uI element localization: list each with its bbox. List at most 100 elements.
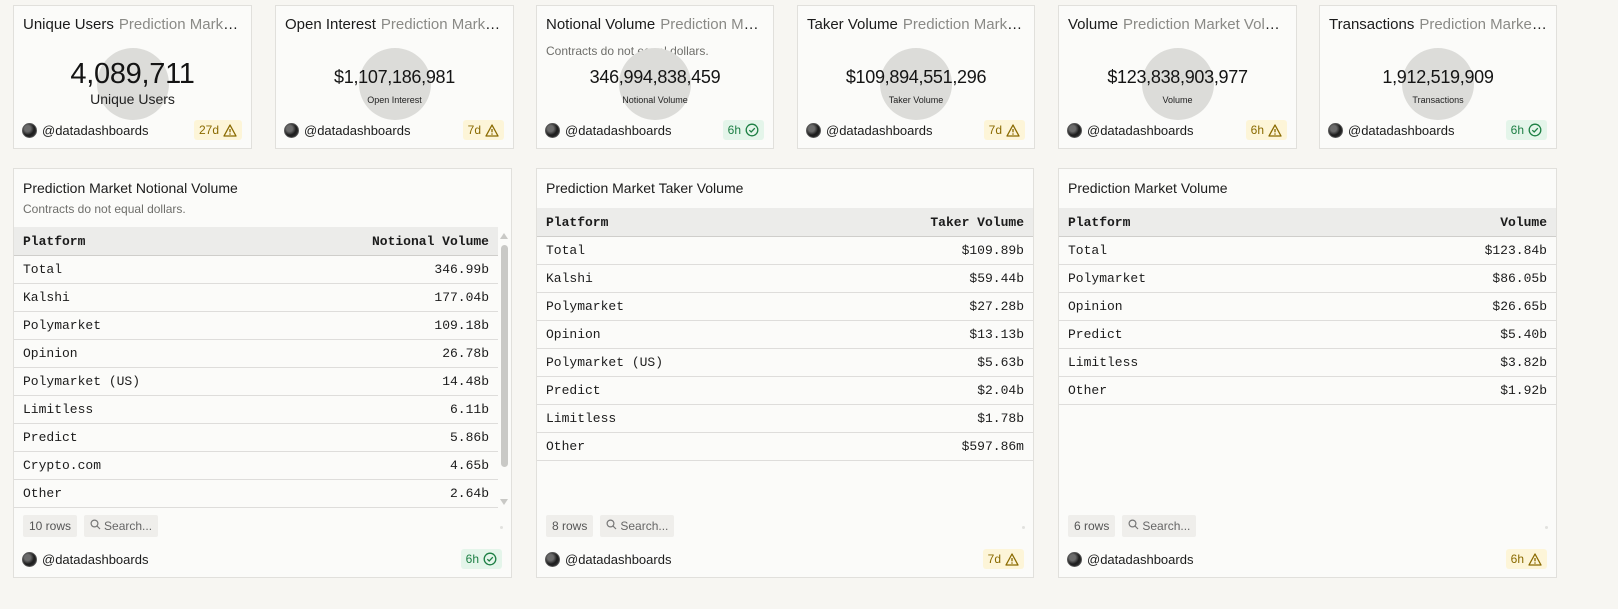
- card-footer: @datadashboards 7d: [545, 549, 1024, 569]
- scrollbar[interactable]: [499, 231, 509, 507]
- value-cell: 4.65b: [449, 458, 489, 473]
- freshness-age: 6h: [1250, 123, 1264, 137]
- value-cell: $1.92b: [1500, 383, 1547, 398]
- column-header-value[interactable]: Volume: [1500, 215, 1547, 230]
- avatar: [1067, 551, 1082, 567]
- scroll-down-icon[interactable]: [500, 499, 508, 505]
- freshness-badge[interactable]: 6h: [1505, 120, 1547, 140]
- platform-cell: Total: [546, 243, 586, 258]
- author-name: @datadashboards: [826, 122, 933, 138]
- card-footer: @datadashboards 6h: [1328, 120, 1547, 140]
- counter-card: Notional VolumePrediction Mark...Contrac…: [536, 5, 774, 149]
- resize-handle[interactable]: [1022, 526, 1025, 529]
- counter-subtitle: Prediction Mark...: [660, 16, 764, 33]
- author-name: @datadashboards: [565, 551, 672, 567]
- search-input[interactable]: Search...: [1122, 515, 1197, 537]
- platform-cell: Opinion: [1068, 299, 1123, 314]
- author-name: @datadashboards: [1087, 551, 1194, 567]
- freshness-badge[interactable]: 6h: [722, 120, 764, 140]
- author-link[interactable]: @datadashboards: [1067, 551, 1194, 567]
- counter-card: Volume Prediction Market Volume $123,838,9…: [1058, 5, 1297, 149]
- table-row: Limitless 6.11b: [14, 396, 498, 424]
- platform-cell: Crypto.com: [23, 458, 102, 473]
- column-header-platform[interactable]: Platform: [546, 215, 608, 230]
- table-row: Polymarket 109.18b: [14, 312, 498, 340]
- freshness-badge[interactable]: 27d: [193, 120, 242, 140]
- author-link[interactable]: @datadashboards: [22, 551, 148, 567]
- card-footer: @datadashboards 6h: [1067, 549, 1547, 569]
- freshness-age: 6h: [1510, 552, 1524, 566]
- counter-title: Taker Volume: [807, 16, 898, 33]
- check-circle-icon: [745, 123, 759, 137]
- value-cell: 2.64b: [449, 486, 489, 501]
- card-footer: @datadashboards 7d: [284, 120, 504, 140]
- column-header-value[interactable]: Notional Volume: [372, 234, 489, 249]
- column-header-value[interactable]: Taker Volume: [930, 215, 1024, 230]
- platform-cell: Opinion: [23, 346, 78, 361]
- platform-cell: Polymarket (US): [546, 355, 664, 370]
- table-row: Total $109.89b: [537, 237, 1033, 265]
- value-cell: 177.04b: [434, 290, 489, 305]
- freshness-badge[interactable]: 6h: [1505, 549, 1547, 569]
- freshness-badge[interactable]: 7d: [462, 120, 504, 140]
- counter-value: $109,894,551,296: [845, 67, 987, 87]
- platform-cell: Polymarket: [23, 318, 102, 333]
- table-card: Prediction Market Notional Volume Contrac…: [13, 168, 512, 578]
- table-row: Opinion 26.78b: [14, 340, 498, 368]
- author-link[interactable]: @datadashboards: [545, 551, 672, 567]
- counter-card: Taker VolumePrediction Market T...$109,8…: [797, 5, 1035, 149]
- search-icon: [1128, 519, 1139, 533]
- counter-card: TransactionsPrediction Market Tr...1,912…: [1319, 5, 1557, 149]
- platform-cell: Kalshi: [23, 290, 70, 305]
- freshness-age: 6h: [465, 552, 479, 566]
- counter-header: Volume Prediction Market Volume: [1068, 16, 1287, 33]
- author-link[interactable]: @datadashboards: [806, 122, 933, 138]
- value-cell: $27.28b: [969, 299, 1024, 314]
- author-link[interactable]: @datadashboards: [284, 122, 410, 138]
- column-header-platform[interactable]: Platform: [23, 234, 85, 249]
- resize-handle[interactable]: [500, 526, 503, 529]
- search-placeholder: Search...: [620, 519, 669, 533]
- author-link[interactable]: @datadashboards: [545, 122, 671, 138]
- data-table: Platform Volume Total $123.84b Polymarket $86…: [1059, 208, 1556, 405]
- row-count: 10 rows: [23, 515, 78, 537]
- counter-value: $1,107,186,981: [334, 67, 455, 87]
- resize-handle[interactable]: [1545, 526, 1548, 529]
- table-header: Platform Taker Volume: [537, 208, 1033, 237]
- author-link[interactable]: @datadashboards: [22, 122, 148, 138]
- platform-cell: Other: [1068, 383, 1108, 398]
- freshness-badge[interactable]: 7d: [982, 549, 1024, 569]
- table-row: Predict $5.40b: [1059, 321, 1556, 349]
- freshness-badge[interactable]: 7d: [983, 120, 1025, 140]
- platform-cell: Limitless: [23, 402, 94, 417]
- platform-cell: Predict: [546, 383, 601, 398]
- column-header-platform[interactable]: Platform: [1068, 215, 1130, 230]
- freshness-badge[interactable]: 6h: [1245, 120, 1287, 140]
- table-description: Contracts do not equal dollars.: [23, 202, 186, 216]
- freshness-badge[interactable]: 6h: [460, 549, 502, 569]
- freshness-age: 6h: [727, 123, 741, 137]
- search-input[interactable]: Search...: [600, 515, 675, 537]
- avatar: [545, 551, 560, 567]
- counter-header: Notional VolumePrediction Mark...: [546, 16, 764, 33]
- search-icon: [90, 519, 101, 533]
- table-title: Prediction Market Volume: [1068, 180, 1228, 196]
- scrollbar-thumb[interactable]: [501, 245, 508, 467]
- table-row: Other 2.64b: [14, 480, 498, 508]
- value-cell: $3.82b: [1500, 355, 1547, 370]
- table-header: Platform Notional Volume: [14, 227, 498, 256]
- platform-cell: Total: [23, 262, 63, 277]
- card-footer: @datadashboards 6h: [22, 549, 502, 569]
- search-input[interactable]: Search...: [84, 515, 159, 537]
- table-row: Kalshi $59.44b: [537, 265, 1033, 293]
- author-name: @datadashboards: [1087, 122, 1194, 138]
- table-row: Kalshi 177.04b: [14, 284, 498, 312]
- platform-cell: Polymarket: [1068, 271, 1147, 286]
- search-placeholder: Search...: [1142, 519, 1191, 533]
- warning-triangle-icon: [485, 123, 499, 137]
- author-link[interactable]: @datadashboards: [1067, 122, 1194, 138]
- author-link[interactable]: @datadashboards: [1328, 122, 1454, 138]
- platform-cell: Predict: [1068, 327, 1123, 342]
- counter-label: Unique Users: [90, 91, 175, 107]
- scroll-up-icon[interactable]: [500, 233, 508, 239]
